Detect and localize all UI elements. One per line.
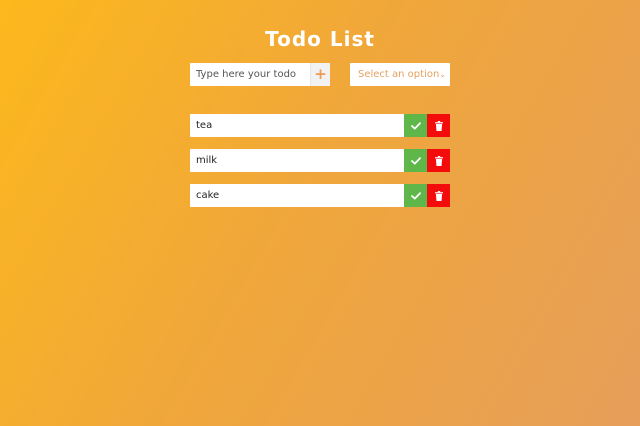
filter-select[interactable]: Select an option ⌄ <box>350 63 450 86</box>
todo-item-text: cake <box>190 184 404 207</box>
todo-item: cake <box>190 184 450 207</box>
complete-button[interactable] <box>404 114 427 137</box>
trash-icon <box>434 190 443 201</box>
todo-item-text: tea <box>190 114 404 137</box>
filter-select-value: Select an option <box>358 69 440 80</box>
todo-input[interactable] <box>190 63 310 86</box>
todo-item: milk <box>190 149 450 172</box>
check-icon <box>410 156 421 164</box>
delete-button[interactable] <box>427 149 450 172</box>
delete-button[interactable] <box>427 114 450 137</box>
todo-form: + Select an option ⌄ <box>190 63 450 86</box>
check-icon <box>410 191 421 199</box>
plus-icon: + <box>314 65 327 83</box>
trash-icon <box>434 120 443 131</box>
complete-button[interactable] <box>404 184 427 207</box>
add-todo-button[interactable]: + <box>310 63 330 86</box>
chevron-down-icon: ⌄ <box>439 70 446 79</box>
complete-button[interactable] <box>404 149 427 172</box>
delete-button[interactable] <box>427 184 450 207</box>
todo-list: tea milk cake <box>190 114 450 219</box>
trash-icon <box>434 155 443 166</box>
check-icon <box>410 121 421 129</box>
page-title: Todo List <box>265 27 375 52</box>
todo-item: tea <box>190 114 450 137</box>
todo-item-text: milk <box>190 149 404 172</box>
